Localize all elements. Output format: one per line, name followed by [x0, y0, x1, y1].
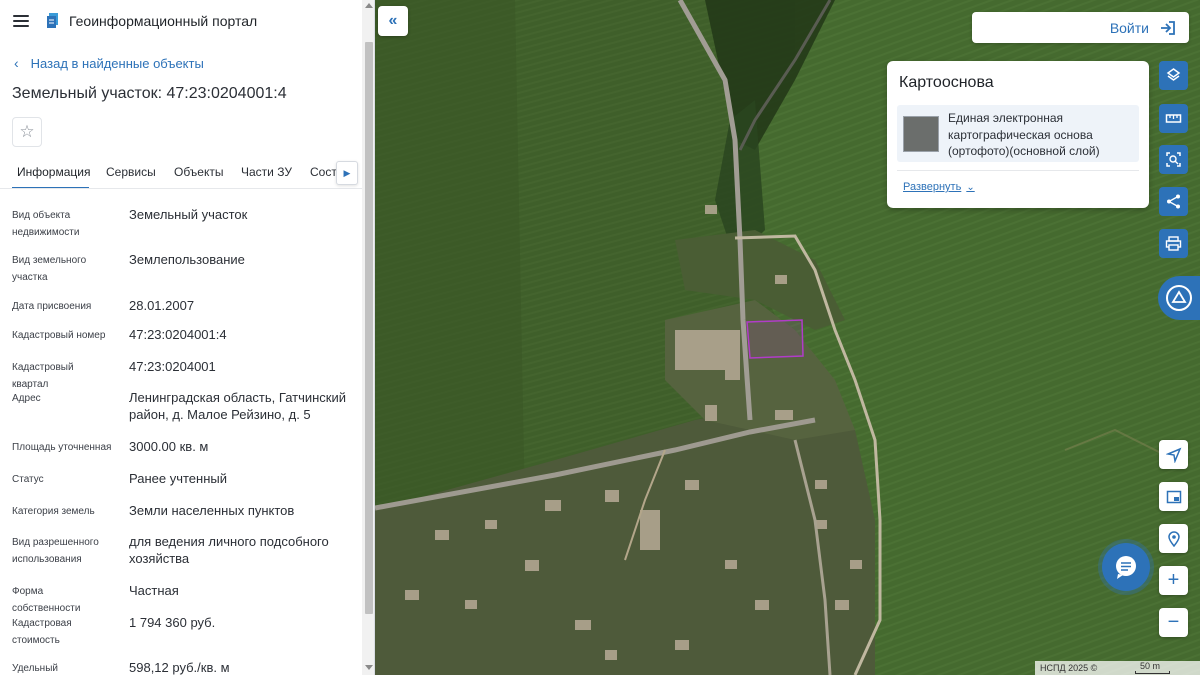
property-value: 598,12 руб./кв. м — [129, 660, 230, 675]
zoom-out-button[interactable]: − — [1159, 608, 1188, 637]
tab-info[interactable]: Информация — [17, 165, 90, 179]
page-title: Земельный участок: 47:23:0204001:4 — [12, 85, 287, 102]
measure-button[interactable] — [1159, 104, 1188, 133]
property-label: Кадастровый номер — [12, 330, 106, 341]
chat-button[interactable] — [1102, 543, 1150, 591]
top-bar: Геоинформационный портал — [0, 0, 362, 42]
attribution-text: НСПД 2025 © — [1040, 663, 1098, 673]
tab-services[interactable]: Сервисы — [106, 165, 156, 179]
caret-right-icon: ▶ — [343, 167, 351, 178]
navigate-icon — [1165, 447, 1181, 463]
scale-label: 50 m — [1140, 661, 1161, 671]
login-icon — [1161, 20, 1175, 35]
layer-thumbnail — [903, 116, 939, 152]
tabs-scroll-right-button[interactable]: ▶ — [336, 161, 358, 185]
property-value: 1 794 360 руб. — [129, 615, 216, 630]
basemap-card: Картооснова Единая электронная картограф… — [887, 61, 1149, 208]
select-area-button[interactable] — [1159, 145, 1188, 174]
property-value: 47:23:0204001:4 — [129, 327, 227, 342]
property-value: 28.01.2007 — [129, 298, 195, 313]
scroll-up-icon[interactable] — [365, 3, 373, 8]
chat-icon — [1116, 556, 1136, 579]
tab-objects[interactable]: Объекты — [174, 165, 224, 179]
layers-button[interactable] — [1159, 61, 1188, 90]
login-button[interactable]: Войти — [972, 12, 1189, 43]
assistant-logo-icon — [1166, 285, 1192, 311]
map-attribution: НСПД 2025 © — [1035, 661, 1200, 675]
collapse-panel-button[interactable]: « — [378, 6, 408, 36]
property-label: Удельный показатель — [12, 663, 58, 674]
property-label: Статус — [12, 474, 44, 485]
zoom-out-icon: − — [1167, 611, 1180, 633]
divider — [897, 170, 1139, 171]
navigate-button[interactable] — [1159, 440, 1188, 469]
scale-bar — [1135, 671, 1170, 674]
property-label: Кадастровая стоимость — [12, 618, 72, 646]
layers-icon — [1166, 68, 1181, 81]
property-value: Ранее учтенный — [129, 471, 227, 486]
portal-logo-icon — [47, 13, 58, 28]
property-label: Вид объекта недвижимости — [12, 210, 80, 238]
ruler-icon — [1165, 114, 1182, 123]
favorite-button[interactable]: ☆ — [12, 117, 42, 147]
panel-scrollbar[interactable] — [362, 0, 374, 675]
double-chevron-left-icon: « — [388, 12, 398, 29]
login-label: Войти — [1109, 19, 1149, 36]
property-value: Частная — [129, 583, 179, 598]
property-label: Вид земельного участка — [12, 255, 87, 283]
property-label: Категория земель — [12, 506, 95, 517]
active-tab-indicator — [12, 187, 89, 188]
property-label: Форма собственности — [12, 586, 81, 614]
chevron-left-icon: ‹ — [14, 55, 19, 71]
property-label: Адрес — [12, 393, 41, 404]
info-panel: Геоинформационный портал ‹ Назад в найде… — [0, 0, 375, 675]
property-value: Земли населенных пунктов — [129, 503, 295, 518]
location-pin-icon — [1167, 530, 1180, 547]
property-value: для ведения личного подсобного хозяйства — [129, 534, 329, 566]
app-title: Геоинформационный портал — [69, 13, 258, 29]
layer-name: Единая электронная картографическая осно… — [948, 111, 1100, 158]
zoom-in-button[interactable]: + — [1159, 566, 1188, 595]
basemap-title: Картооснова — [899, 74, 994, 91]
property-label: Площадь уточненная — [12, 442, 112, 453]
scrollbar-thumb[interactable] — [365, 42, 373, 614]
share-icon — [1167, 194, 1180, 209]
share-button[interactable] — [1159, 187, 1188, 216]
property-value: Земельный участок — [129, 207, 248, 222]
property-value: Землепользование — [129, 252, 245, 267]
minimap-button[interactable] — [1159, 482, 1188, 511]
basemap-layer-item[interactable]: Единая электронная картографическая осно… — [897, 105, 1139, 162]
menu-icon[interactable] — [13, 15, 29, 27]
property-label: Вид разрешенного использования — [12, 537, 99, 565]
back-to-results-link[interactable]: ‹ Назад в найденные объекты — [14, 55, 204, 71]
tab-parts[interactable]: Части ЗУ — [241, 165, 292, 179]
scroll-down-icon[interactable] — [365, 665, 373, 670]
tab-bar: Информация Сервисы Объекты Части ЗУ Сост… — [0, 155, 362, 189]
star-icon: ☆ — [19, 122, 35, 141]
expand-link[interactable]: Развернуть ⌄ — [903, 181, 975, 193]
minimap-icon — [1166, 490, 1181, 503]
expand-label: Развернуть — [903, 181, 962, 193]
property-value: Ленинградская область, Гатчинский район,… — [129, 390, 347, 422]
assistant-tab-button[interactable] — [1158, 276, 1200, 320]
property-value: 3000.00 кв. м — [129, 439, 209, 454]
zoom-in-icon: + — [1167, 569, 1180, 591]
property-label: Дата присвоения — [12, 301, 92, 312]
property-label: Кадастровый квартал — [12, 362, 74, 390]
location-button[interactable] — [1159, 524, 1188, 553]
print-icon — [1165, 236, 1182, 251]
select-area-icon — [1166, 152, 1181, 167]
print-button[interactable] — [1159, 229, 1188, 258]
back-link-label: Назад в найденные объекты — [30, 55, 204, 71]
property-value: 47:23:0204001 — [129, 359, 216, 374]
chevron-down-icon: ⌄ — [966, 181, 975, 193]
